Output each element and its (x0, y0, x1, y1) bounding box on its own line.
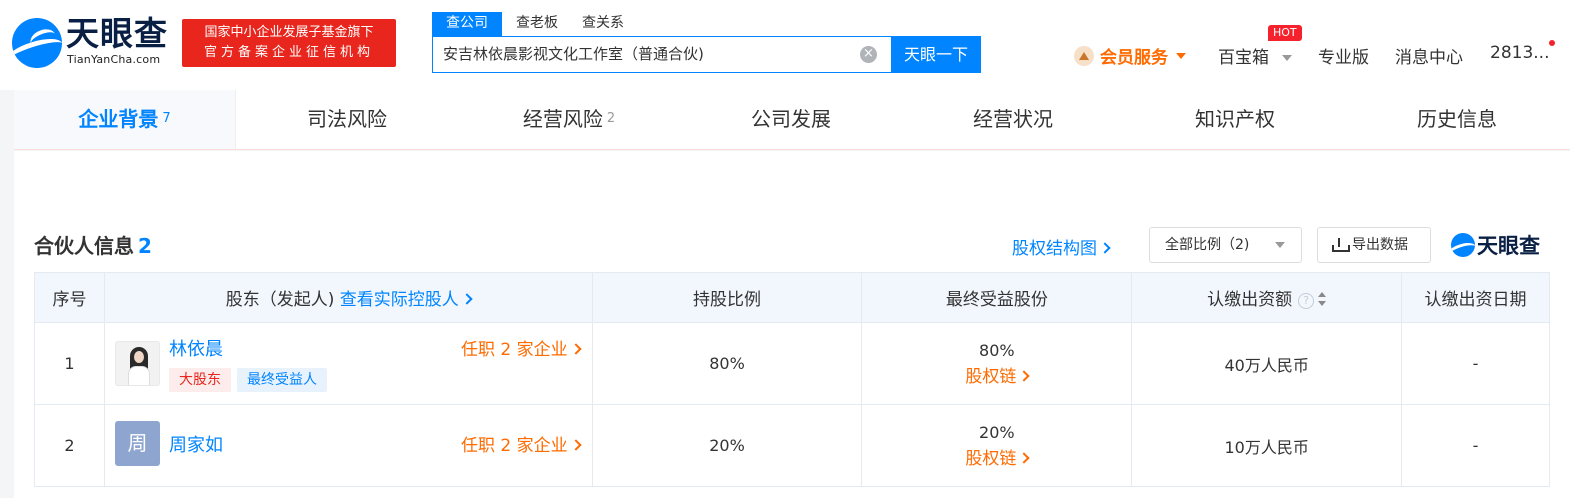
final-benefit-cell: 80% 股权链 (861, 322, 1133, 405)
partner-table: 序号 股东（发起人) 查看实际控股人 持股比例 最终受益股份 认缴出资额? 认缴… (34, 272, 1550, 487)
shareholder-name-link[interactable]: 林依晨 (169, 335, 223, 361)
final-benefit-value: 80% (979, 340, 1015, 360)
toolbox-label: 百宝箱 (1218, 48, 1269, 68)
shareholder-cell: 林依晨 大股东 最终受益人 任职 2 家企业 (103, 322, 593, 405)
row-index: 1 (34, 322, 105, 405)
search-tab-relation[interactable]: 查关系 (572, 12, 634, 36)
final-benefit-value: 20% (979, 422, 1015, 442)
official-badge: 国家中小企业发展子基金旗下 官方备案企业征信机构 (182, 19, 396, 67)
equity-structure-link[interactable]: 股权结构图 (1012, 234, 1111, 259)
clear-icon[interactable]: × (860, 46, 877, 63)
ratio-filter-select[interactable]: 全部比例（2) (1149, 227, 1302, 263)
avatar[interactable] (114, 341, 160, 386)
chevron-right-icon (1018, 451, 1030, 464)
tab-count: 7 (162, 111, 171, 126)
sort-icon[interactable] (1318, 292, 1327, 306)
tab-intellectual-property[interactable]: 知识产权 (1124, 90, 1346, 149)
tianyancha-watermark: 天眼查 (1451, 230, 1540, 260)
tianyancha-logo-icon[interactable] (12, 18, 62, 68)
section-title: 合伙人信息 2 (34, 234, 152, 258)
header-subscribed-amount: 认缴出资额? (1131, 272, 1403, 323)
header-ratio: 持股比例 (591, 272, 863, 323)
equity-chain-link[interactable]: 股权链 (862, 446, 1131, 472)
table-header-row: 序号 股东（发起人) 查看实际控股人 持股比例 最终受益股份 认缴出资额? 认缴… (34, 272, 1550, 323)
positions-link[interactable]: 任职 2 家企业 (461, 431, 582, 456)
brand-domain: TianYanCha.com (67, 53, 161, 66)
member-service-label: 会员服务 (1100, 48, 1168, 68)
header-index: 序号 (34, 272, 105, 323)
main-tab-bar: 企业背景 7 司法风险 经营风险 2 公司发展 经营状况 知识产权 历史信息 (14, 90, 1570, 150)
chevron-right-icon (1099, 242, 1111, 254)
top-header: 天眼查 TianYanCha.com 国家中小企业发展子基金旗下 官方备案企业征… (0, 0, 1570, 90)
download-icon (1332, 238, 1350, 252)
header-subscribed-date: 认缴出资日期 (1401, 272, 1550, 323)
badge-line-2: 官方备案企业征信机构 (203, 45, 374, 60)
ratio-cell: 20% (591, 404, 863, 487)
tab-business-risk[interactable]: 经营风险 2 (458, 90, 680, 149)
shareholder-tags: 大股东 最终受益人 (168, 368, 333, 392)
badge-line-1: 国家中小企业发展子基金旗下 (204, 25, 374, 40)
export-data-button[interactable]: 导出数据 (1317, 227, 1431, 263)
amount-cell: 40万人民币 (1131, 322, 1403, 405)
chevron-down-icon (1275, 242, 1285, 248)
search-input[interactable]: 安吉林依晨影视文化工作室（普通合伙) (443, 37, 843, 72)
shareholder-cell: 周 周家如 任职 2 家企业 (103, 404, 593, 487)
positions-link[interactable]: 任职 2 家企业 (461, 335, 582, 360)
brand-name[interactable]: 天眼查 (66, 16, 168, 52)
tab-company-background[interactable]: 企业背景 7 (14, 90, 236, 149)
chevron-right-icon (1018, 369, 1030, 382)
actual-controller-link[interactable]: 查看实际控股人 (340, 290, 473, 310)
search-button[interactable]: 天眼一下 (891, 36, 981, 73)
toolbox-menu[interactable]: 百宝箱 (1218, 43, 1293, 68)
amount-cell: 10万人民币 (1131, 404, 1403, 487)
chevron-down-icon (1282, 55, 1293, 61)
search-type-tabs: 查公司 查老板 查关系 (432, 12, 638, 36)
hot-badge: HOT (1268, 25, 1302, 41)
tab-business-status[interactable]: 经营状况 (902, 90, 1124, 149)
header-final-benefit: 最终受益股份 (861, 272, 1133, 323)
notification-dot (1549, 40, 1555, 46)
chevron-down-icon (1176, 52, 1186, 59)
help-icon[interactable]: ? (1298, 293, 1315, 309)
major-shareholder-tag: 大股东 (168, 368, 231, 392)
search-tab-company[interactable]: 查公司 (432, 12, 502, 36)
tab-judicial-risk[interactable]: 司法风险 (236, 90, 458, 149)
search-tab-boss[interactable]: 查老板 (506, 12, 568, 36)
partner-count: 2 (138, 234, 152, 258)
header-shareholder: 股东（发起人) 查看实际控股人 (103, 272, 593, 323)
final-benefit-cell: 20% 股权链 (861, 404, 1133, 487)
user-menu[interactable]: 2813... (1490, 43, 1549, 63)
avatar[interactable]: 周 (114, 421, 160, 466)
ratio-cell: 80% (591, 322, 863, 405)
tab-count: 2 (606, 111, 616, 126)
shareholder-name-link[interactable]: 周家如 (169, 431, 223, 457)
member-service-menu[interactable]: 会员服务 (1074, 43, 1186, 68)
pro-version-link[interactable]: 专业版 (1318, 43, 1369, 68)
tianyancha-logo-icon (1451, 233, 1475, 257)
search-box: 安吉林依晨影视文化工作室（普通合伙) × (432, 36, 892, 73)
chevron-right-icon (569, 343, 582, 355)
table-row: 1 林依晨 大股东 最终受益人 任职 2 家企业 80% 80% 股权链 40万… (34, 322, 1550, 405)
tab-company-development[interactable]: 公司发展 (680, 90, 902, 149)
date-cell: - (1401, 404, 1550, 487)
date-cell: - (1401, 322, 1550, 405)
table-row: 2 周 周家如 任职 2 家企业 20% 20% 股权链 10万人民币 - (34, 404, 1550, 487)
tab-history[interactable]: 历史信息 (1346, 90, 1568, 149)
final-beneficiary-tag: 最终受益人 (236, 368, 327, 392)
crown-icon (1074, 45, 1094, 66)
equity-chain-link[interactable]: 股权链 (862, 364, 1131, 390)
message-center-link[interactable]: 消息中心 (1395, 43, 1463, 68)
row-index: 2 (34, 404, 105, 487)
chevron-right-icon (461, 293, 473, 305)
chevron-right-icon (569, 439, 582, 451)
